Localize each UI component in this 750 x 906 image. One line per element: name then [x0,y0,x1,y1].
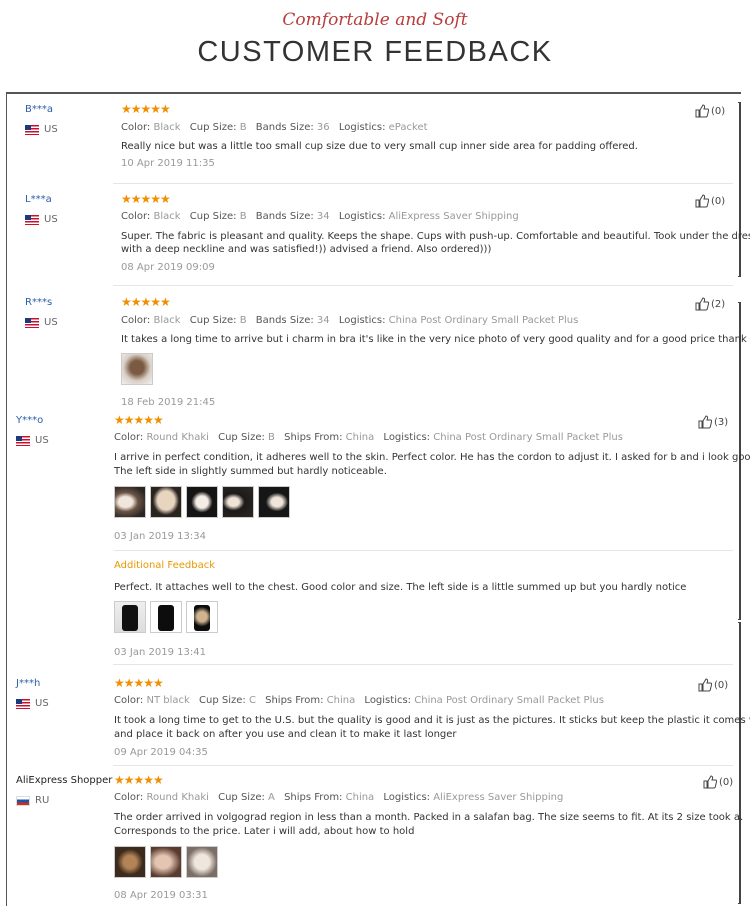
star-rating: ★★★★★ [114,773,164,787]
review-text: Really nice but was a little too small c… [121,141,638,152]
reviewer-name[interactable]: AliExpress Shopper [16,775,112,786]
reviewer-name[interactable]: Y***o [16,415,43,426]
reviewer-name[interactable]: J***h [16,678,40,689]
star-rating: ★★★★★ [121,192,171,206]
review-text: I arrive in perfect condition, it adhere… [114,452,750,463]
reviewer-name[interactable]: B***a [25,104,53,115]
us-flag-icon [25,214,39,225]
divider [114,550,733,551]
thumbs-up-icon [695,194,709,208]
review-date: 18 Feb 2019 21:45 [121,397,216,408]
review-date: 08 Apr 2019 03:31 [114,890,208,901]
review-text: Corresponds to the price. Later i will a… [114,826,415,837]
review-text: It took a long time to get to the U.S. b… [114,715,750,726]
review-item: Y***o US ★★★★★ Color: Round Khaki Cup Si… [7,411,750,665]
helpful-count: (2) [711,298,726,310]
helpful-count: (3) [714,416,729,428]
header-title: CUSTOMER FEEDBACK [197,36,553,68]
helpful-button[interactable]: (2) [695,297,725,311]
star-rating: ★★★★★ [114,676,164,690]
ru-flag-icon [16,795,30,806]
review-photo-thumbnail[interactable] [114,601,146,633]
reviewer-country: US [16,698,49,709]
reviewer-country: US [25,124,58,135]
helpful-button[interactable]: (0) [695,104,725,118]
reviewer-country: US [25,317,58,328]
review-photo-thumbnail[interactable] [114,486,146,518]
review-photo-thumbnail[interactable] [150,601,182,633]
review-photo-thumbnail[interactable] [258,486,290,518]
thumbs-up-icon [695,104,709,118]
review-photo-thumbnail[interactable] [114,846,146,878]
panel-edge [738,102,741,277]
helpful-count: (0) [714,679,729,691]
review-text: The left side in slightly summed but har… [114,466,387,477]
additional-feedback-label: Additional Feedback [114,560,216,571]
review-item: AliExpress Shopper RU ★★★★★ Color: Round… [7,771,743,903]
helpful-button[interactable]: (0) [698,678,728,692]
reviewer-name[interactable]: R***s [25,297,52,308]
order-attributes: Color: Black Cup Size: B Bands Size: 34 … [121,315,579,326]
additional-feedback-photos [114,601,222,633]
review-photo-thumbnail[interactable] [186,601,218,633]
review-item: B***a US ★★★★★ Color: Black Cup Size: B … [7,100,733,184]
order-attributes: Color: Round Khaki Cup Size: A Ships Fro… [114,792,564,803]
order-attributes: Color: NT black Cup Size: C Ships From: … [114,695,604,706]
review-photo-thumbnail[interactable] [186,486,218,518]
review-text: Super. The fabric is pleasant and qualit… [121,231,750,242]
thumbs-up-icon [703,775,717,789]
additional-feedback-text: Perfect. It attaches well to the chest. … [114,582,687,593]
review-text: with a deep neckline and was satisfied!)… [121,244,492,255]
helpful-count: (0) [711,195,726,207]
header-subtitle: Comfortable and Soft [282,10,468,30]
helpful-button[interactable]: (0) [703,775,733,789]
us-flag-icon [16,435,30,446]
review-date: 09 Apr 2019 04:35 [114,747,208,758]
review-item: R***s US ★★★★★ Color: Black Cup Size: B … [7,293,750,409]
star-rating: ★★★★★ [121,295,171,309]
order-attributes: Color: Round Khaki Cup Size: B Ships Fro… [114,432,623,443]
thumbs-up-icon [695,297,709,311]
review-text: The order arrived in volgograd region in… [114,812,744,823]
review-item: L***a US ★★★★★ Color: Black Cup Size: B … [7,190,750,286]
page-header: Comfortable and Soft CUSTOMER FEEDBACK [0,0,750,92]
review-photo-thumbnail[interactable] [121,353,153,385]
review-photo-thumbnail[interactable] [222,486,254,518]
us-flag-icon [25,317,39,328]
review-item: J***h US ★★★★★ Color: NT black Cup Size:… [7,674,750,766]
thumbs-up-icon [698,415,712,429]
helpful-count: (0) [719,776,734,788]
review-photo-thumbnail[interactable] [150,846,182,878]
thumbs-up-icon [698,678,712,692]
reviewer-name[interactable]: L***a [25,194,52,205]
us-flag-icon [16,698,30,709]
star-rating: ★★★★★ [121,102,171,116]
reviewer-country: RU [16,795,49,806]
review-photos [114,486,294,518]
additional-feedback-date: 03 Jan 2019 13:41 [114,647,206,658]
review-photo-thumbnail[interactable] [150,486,182,518]
order-attributes: Color: Black Cup Size: B Bands Size: 34 … [121,211,519,222]
helpful-count: (0) [711,105,726,117]
helpful-button[interactable]: (3) [698,415,728,429]
us-flag-icon [25,124,39,135]
reviewer-country: US [16,435,49,446]
review-date: 10 Apr 2019 11:35 [121,158,215,169]
panel-edge [738,622,741,904]
review-photo-thumbnail[interactable] [186,846,218,878]
order-attributes: Color: Black Cup Size: B Bands Size: 36 … [121,122,428,133]
review-date: 08 Apr 2019 09:09 [121,262,215,273]
review-photos [121,353,157,385]
helpful-button[interactable]: (0) [695,194,725,208]
review-date: 03 Jan 2019 13:34 [114,531,206,542]
reviewer-country: US [25,214,58,225]
star-rating: ★★★★★ [114,413,164,427]
review-text: It takes a long time to arrive but i cha… [121,334,750,345]
review-photos [114,846,222,878]
review-text: and place it back on after you use and c… [114,729,457,740]
